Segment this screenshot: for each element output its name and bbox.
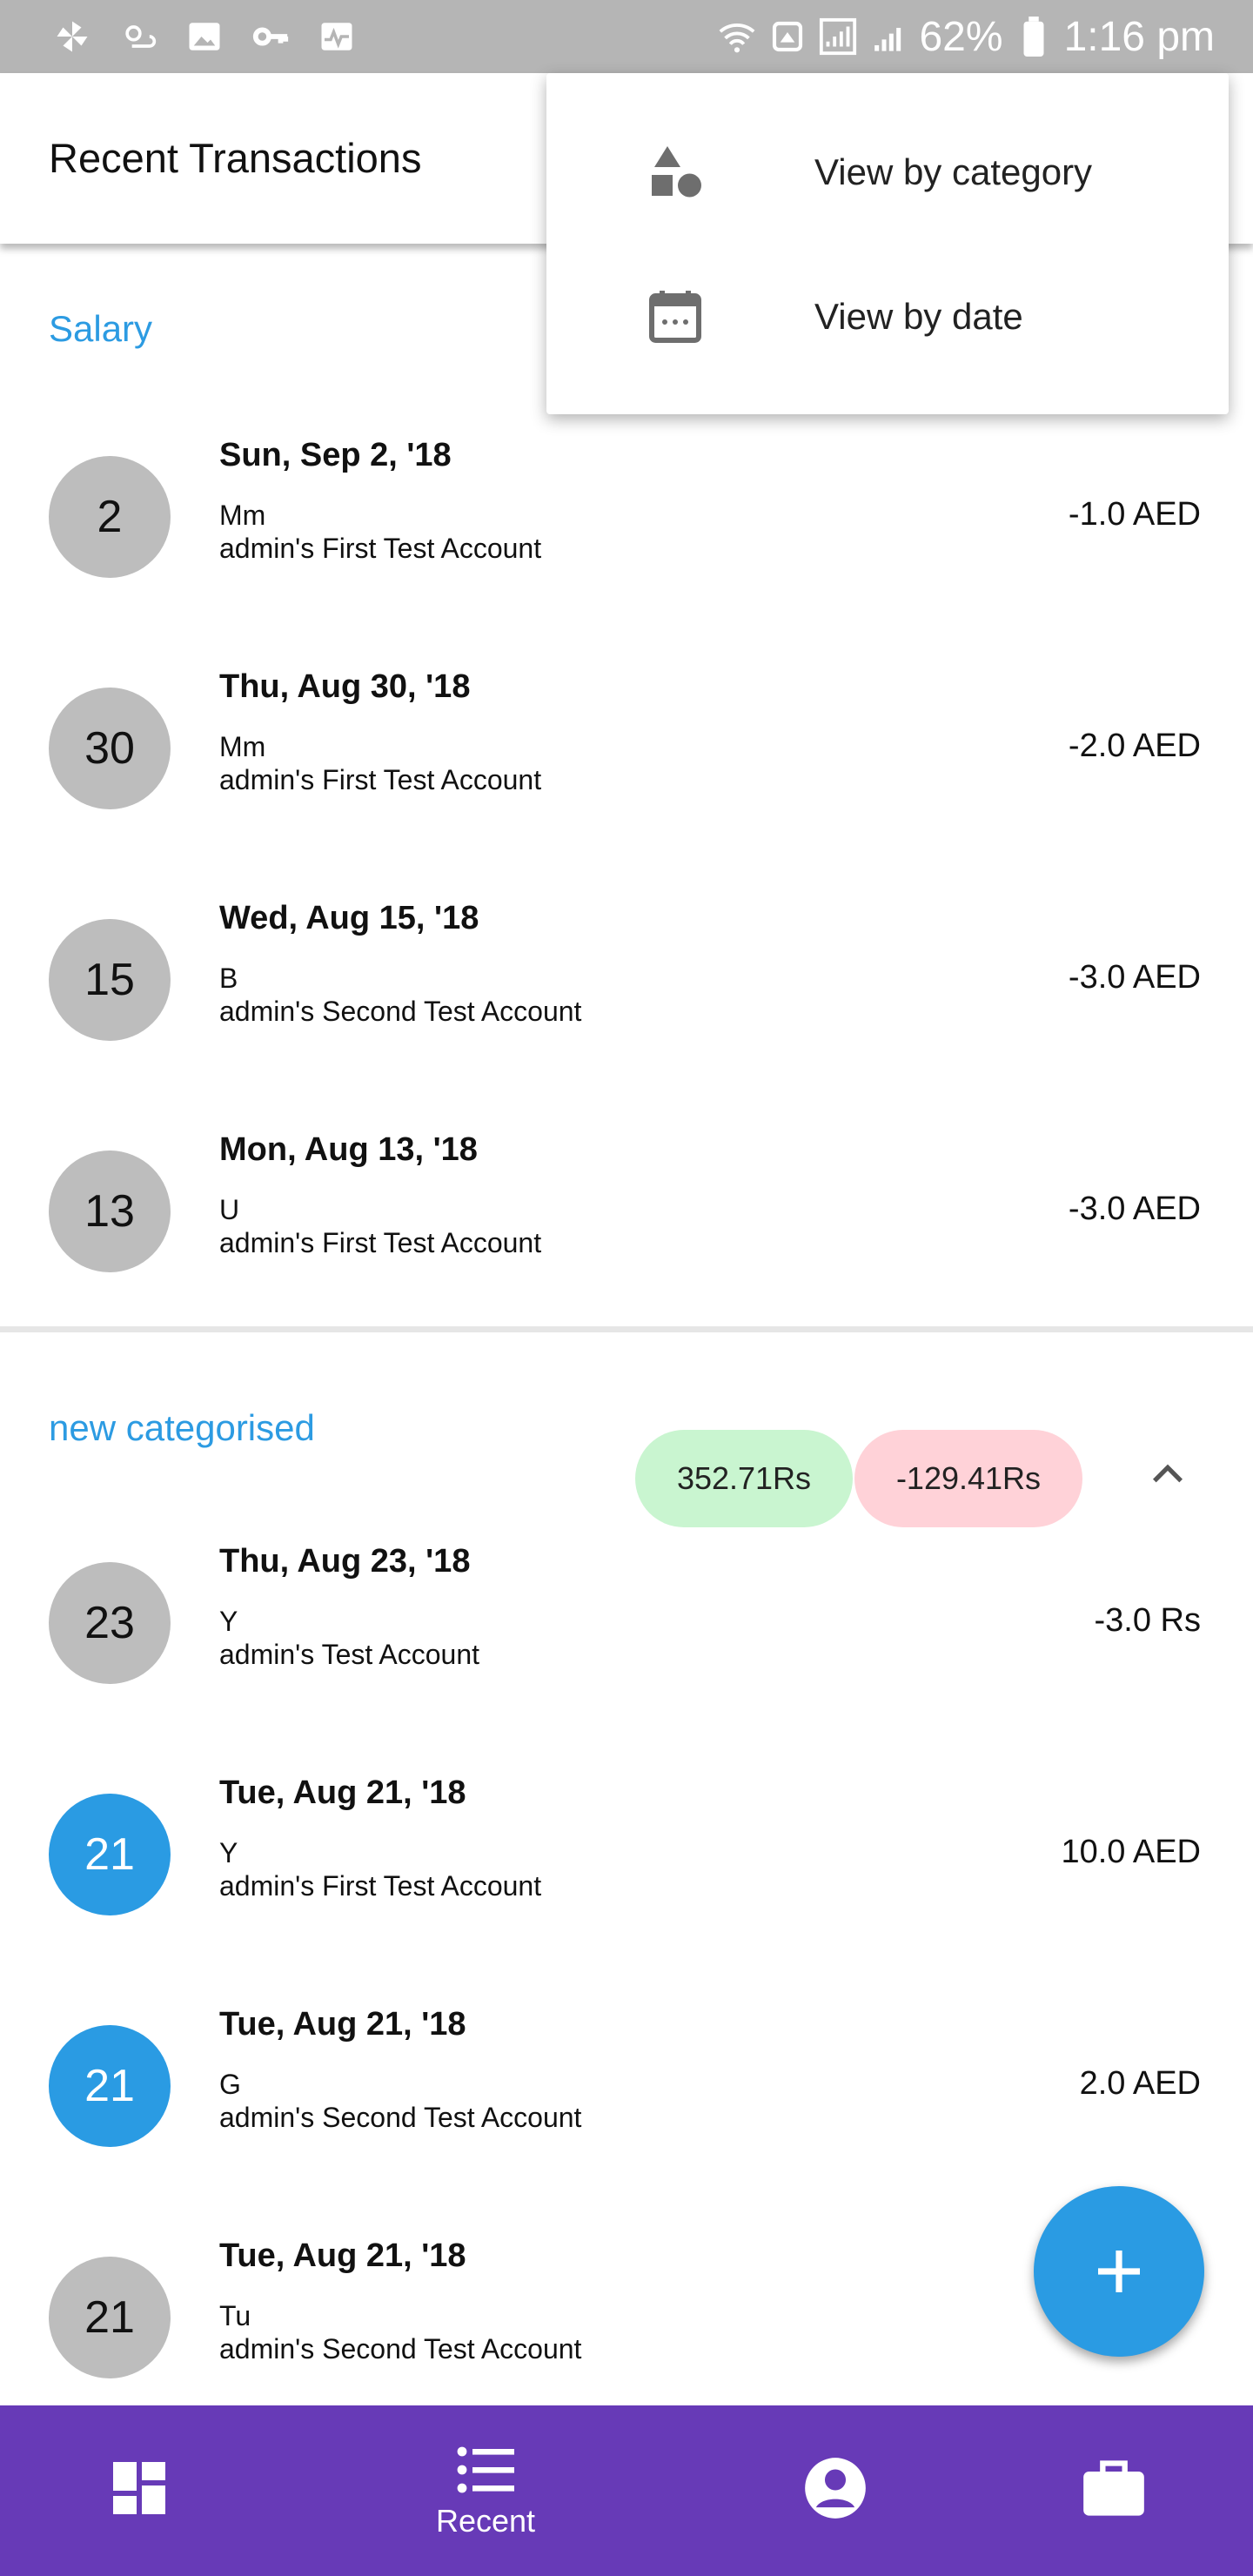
list-icon bbox=[457, 2446, 514, 2493]
transaction-amount: -3.0 AED bbox=[1068, 959, 1201, 996]
account-circle-icon bbox=[805, 2458, 866, 2519]
day-avatar: 15 bbox=[49, 919, 171, 1041]
calendar-icon bbox=[644, 285, 707, 348]
activity-icon bbox=[317, 17, 357, 57]
transaction-row[interactable]: 2 Sun, Sep 2, '18 Mm admin's First Test … bbox=[0, 400, 1253, 632]
status-bar: 62% 1:16 pm bbox=[0, 0, 1253, 73]
group-title: Salary bbox=[49, 308, 153, 349]
day-avatar: 21 bbox=[49, 2025, 171, 2147]
transaction-account: admin's Second Test Account bbox=[219, 996, 582, 1027]
transaction-date: Thu, Aug 23, '18 bbox=[219, 1543, 471, 1580]
transaction-description: Mm bbox=[219, 731, 266, 762]
briefcase-icon bbox=[1083, 2460, 1144, 2516]
menu-item-label: View by category bbox=[814, 151, 1093, 192]
transaction-account: admin's Second Test Account bbox=[219, 2102, 582, 2133]
collapse-chevron-icon[interactable] bbox=[1142, 1449, 1194, 1501]
key-icon bbox=[251, 17, 291, 57]
day-avatar: 21 bbox=[49, 2257, 171, 2378]
transaction-row[interactable]: 21 Tue, Aug 21, '18 G admin's Second Tes… bbox=[0, 1969, 1253, 2201]
signal-roaming-icon bbox=[868, 17, 908, 57]
transaction-row[interactable]: 23 Thu, Aug 23, '18 Y admin's Test Accou… bbox=[0, 1506, 1253, 1738]
signal-icon bbox=[818, 17, 858, 57]
image-icon bbox=[184, 17, 224, 57]
transaction-description: Y bbox=[219, 1606, 238, 1637]
weather-icon bbox=[118, 17, 158, 57]
transaction-account: admin's First Test Account bbox=[219, 1227, 542, 1258]
nav-profile[interactable] bbox=[748, 2405, 922, 2576]
transaction-date: Thu, Aug 30, '18 bbox=[219, 668, 471, 705]
wifi-icon bbox=[717, 17, 757, 57]
transaction-date: Tue, Aug 21, '18 bbox=[219, 2237, 466, 2274]
transaction-date: Wed, Aug 15, '18 bbox=[219, 900, 479, 936]
menu-item-label: View by date bbox=[814, 296, 1023, 337]
transactions-list[interactable]: Salary 2 Sun, Sep 2, '18 Mm admin's Firs… bbox=[0, 244, 1253, 2405]
transaction-date: Tue, Aug 21, '18 bbox=[219, 1774, 466, 1811]
transaction-row[interactable]: 13 Mon, Aug 13, '18 U admin's First Test… bbox=[0, 1095, 1253, 1326]
battery-percent: 62% bbox=[919, 13, 1003, 60]
category-shapes-icon bbox=[644, 141, 707, 204]
nav-label: Recent bbox=[435, 2503, 536, 2539]
day-avatar: 2 bbox=[49, 456, 171, 578]
transaction-description: G bbox=[219, 2069, 241, 2100]
nav-dashboard[interactable] bbox=[52, 2405, 226, 2576]
menu-item-view-by-category[interactable]: View by category bbox=[546, 99, 1229, 245]
clock: 1:16 pm bbox=[1063, 13, 1215, 60]
system-indicators: 62% 1:16 pm bbox=[717, 13, 1215, 61]
transaction-account: admin's Test Account bbox=[219, 1639, 480, 1670]
view-options-menu: View by category View by date bbox=[546, 73, 1229, 414]
transaction-description: Y bbox=[219, 1837, 238, 1868]
notification-icons bbox=[52, 17, 357, 57]
transaction-amount: -3.0 AED bbox=[1068, 1191, 1201, 1227]
transaction-description: Tu bbox=[219, 2300, 251, 2331]
menu-item-view-by-date[interactable]: View by date bbox=[546, 244, 1229, 390]
bottom-navigation: Recent bbox=[0, 2405, 1253, 2576]
transaction-row[interactable]: 21 Tue, Aug 21, '18 Y admin's First Test… bbox=[0, 1738, 1253, 1969]
transaction-account: admin's Second Test Account bbox=[219, 2333, 582, 2365]
plus-icon bbox=[1098, 2251, 1140, 2292]
transaction-amount: 2.0 AED bbox=[1079, 2065, 1201, 2102]
day-avatar: 13 bbox=[49, 1150, 171, 1272]
nav-recent[interactable]: Recent bbox=[399, 2405, 573, 2576]
battery-icon bbox=[1014, 17, 1054, 57]
transaction-description: B bbox=[219, 963, 238, 994]
group-header[interactable]: new categorised 352.71Rs -129.41Rs bbox=[0, 1332, 1253, 1527]
transaction-description: U bbox=[219, 1194, 240, 1225]
transaction-account: admin's First Test Account bbox=[219, 764, 542, 795]
day-avatar: 30 bbox=[49, 688, 171, 809]
transaction-date: Tue, Aug 21, '18 bbox=[219, 2006, 466, 2043]
transaction-amount: -3.0 Rs bbox=[1094, 1602, 1201, 1639]
day-avatar: 21 bbox=[49, 1794, 171, 1915]
transaction-amount: 10.0 AED bbox=[1061, 1834, 1201, 1870]
transaction-account: admin's First Test Account bbox=[219, 1870, 542, 1902]
dashboard-icon bbox=[113, 2462, 165, 2514]
day-avatar: 23 bbox=[49, 1562, 171, 1684]
group-divider bbox=[0, 1326, 1253, 1332]
transaction-account: admin's First Test Account bbox=[219, 533, 542, 564]
transaction-row[interactable]: 15 Wed, Aug 15, '18 B admin's Second Tes… bbox=[0, 863, 1253, 1095]
transaction-description: Mm bbox=[219, 500, 266, 531]
data-saver-icon bbox=[767, 17, 807, 57]
pinwheel-icon bbox=[52, 17, 92, 57]
transaction-amount: -2.0 AED bbox=[1068, 728, 1201, 764]
page-title: Recent Transactions bbox=[49, 135, 422, 181]
transaction-row[interactable]: 30 Thu, Aug 30, '18 Mm admin's First Tes… bbox=[0, 632, 1253, 863]
transaction-amount: -1.0 AED bbox=[1068, 496, 1201, 533]
add-transaction-button[interactable] bbox=[1034, 2186, 1204, 2357]
group-title: new categorised bbox=[49, 1407, 315, 1448]
transaction-date: Mon, Aug 13, '18 bbox=[219, 1131, 478, 1168]
transaction-date: Sun, Sep 2, '18 bbox=[219, 437, 452, 473]
nav-work[interactable] bbox=[1027, 2405, 1201, 2576]
